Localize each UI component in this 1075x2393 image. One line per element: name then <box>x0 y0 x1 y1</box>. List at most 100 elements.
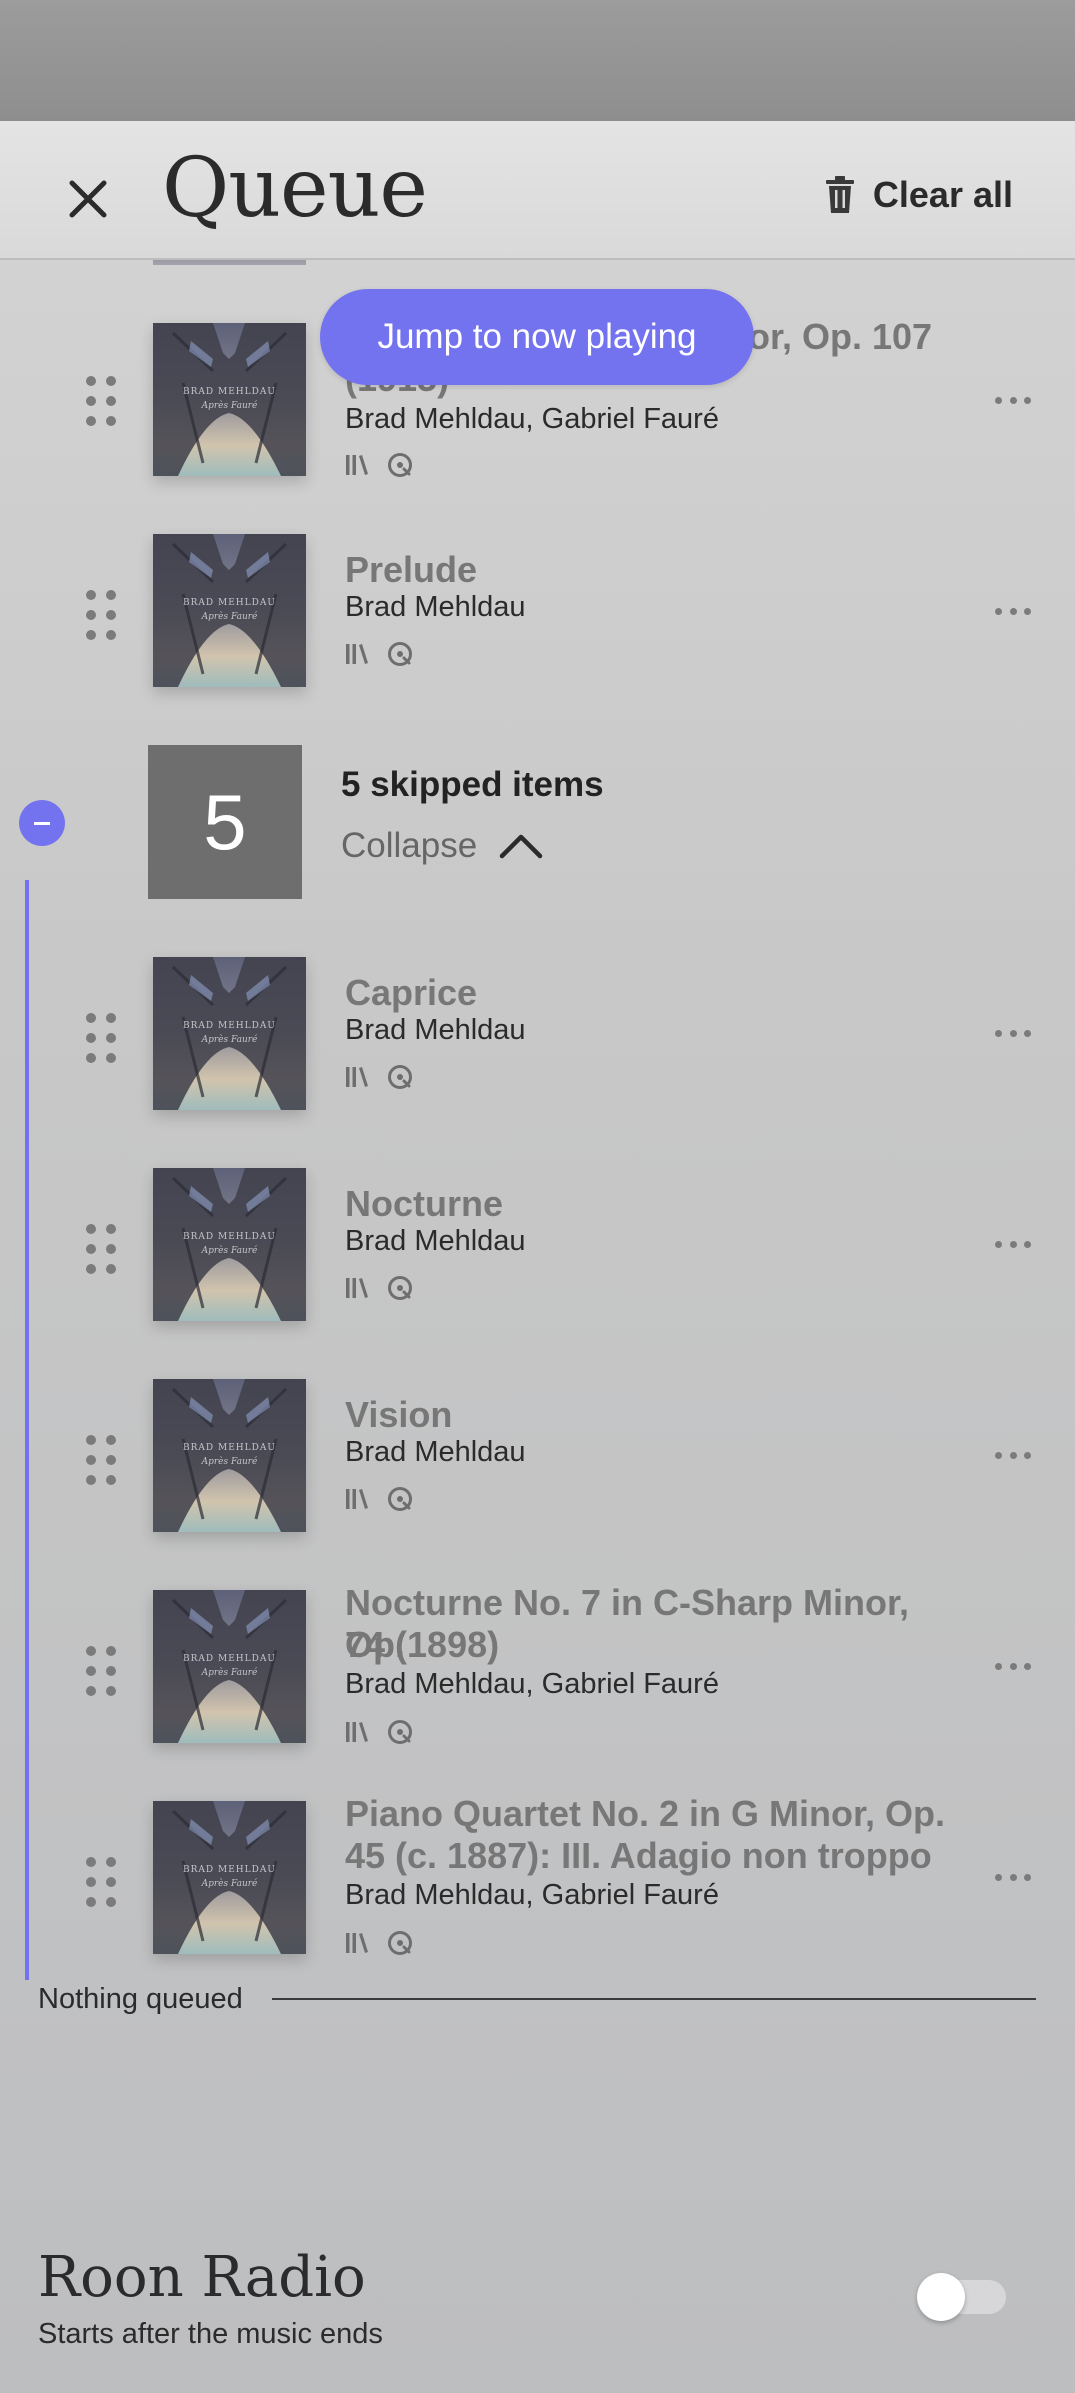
disc-icon <box>388 1065 412 1089</box>
album-cover: BRAD MEHLDAU Après Fauré <box>153 1590 306 1743</box>
cover-album-text: Après Fauré <box>201 1668 258 1678</box>
page-title: Queue <box>162 141 428 236</box>
album-cover: BRAD MEHLDAU Après Fauré <box>153 1168 306 1321</box>
cover-artist-text: BRAD MEHLDAU <box>183 1443 276 1453</box>
disc-icon <box>388 1276 412 1300</box>
track-source-icons <box>345 1064 413 1090</box>
status-bar-area <box>0 0 1075 121</box>
track-source-icons <box>345 1719 413 1745</box>
cover-artist-text: BRAD MEHLDAU <box>183 1654 276 1664</box>
album-art-image <box>153 534 306 687</box>
more-options-button[interactable] <box>995 1234 1031 1254</box>
skipped-track[interactable]: BRAD MEHLDAU Après Fauré Piano Quartet No… <box>0 1778 1075 1978</box>
drag-handle-icon[interactable] <box>86 376 120 426</box>
track-title: Piano Quartet No. 2 in G Minor, Op. <box>345 1793 946 1834</box>
album-cover: BRAD MEHLDAU Après Fauré <box>153 323 306 476</box>
track-artist: Brad Mehldau <box>345 1436 526 1468</box>
roon-radio-title: Roon Radio <box>38 2245 366 2310</box>
album-art-image <box>153 1168 306 1321</box>
album-art-image <box>153 323 306 476</box>
library-icon <box>346 455 368 475</box>
track-artist: Brad Mehldau <box>345 1014 526 1046</box>
track-title: Caprice <box>345 972 478 1013</box>
cover-album-text: Après Fauré <box>201 1457 258 1467</box>
close-button[interactable] <box>60 171 116 227</box>
track-title: Nocturne <box>345 1183 504 1224</box>
skipped-items-label: 5 skipped items <box>341 765 604 804</box>
track-title: Vision <box>345 1394 453 1435</box>
cover-album-text: Après Fauré <box>201 1246 258 1256</box>
more-options-button[interactable] <box>995 390 1031 410</box>
track-artist: Brad Mehldau, Gabriel Fauré <box>345 1668 719 1700</box>
disc-icon <box>388 642 412 666</box>
roon-radio-subtitle: Starts after the music ends <box>38 2318 383 2350</box>
library-icon <box>346 1278 368 1298</box>
track-title-line2: 45 (c. 1887): III. Adagio non troppo <box>345 1835 932 1876</box>
drag-handle-icon[interactable] <box>86 1857 120 1907</box>
skipped-track[interactable]: BRAD MEHLDAU Après Fauré Nocturne No. 7 i… <box>0 1567 1075 1767</box>
track-artist: Brad Mehldau <box>345 591 526 623</box>
queue-header: Queue Clear all <box>0 121 1075 260</box>
track-title: Prelude <box>345 549 478 590</box>
skipped-track[interactable]: BRAD MEHLDAU Après Fauré Caprice Brad Meh… <box>0 934 1075 1134</box>
skipped-count-box: 5 <box>148 745 302 899</box>
track-source-icons <box>345 1486 413 1512</box>
more-options-button[interactable] <box>995 1445 1031 1465</box>
library-icon <box>346 1067 368 1087</box>
drag-handle-icon[interactable] <box>86 1224 120 1274</box>
track-source-icons <box>345 641 413 667</box>
clear-all-button[interactable]: Clear all <box>825 167 1013 223</box>
track-source-icons <box>345 1930 413 1956</box>
cover-artist-text: BRAD MEHLDAU <box>183 1232 276 1242</box>
collapse-button[interactable]: Collapse <box>341 822 543 870</box>
track-artist: Brad Mehldau, Gabriel Fauré <box>345 1879 719 1911</box>
cover-album-text: Après Fauré <box>201 1879 258 1889</box>
album-art-image <box>153 957 306 1110</box>
library-icon <box>346 1933 368 1953</box>
queue-track[interactable]: BRAD MEHLDAU Après Fauré Prelude Brad Meh… <box>0 511 1075 711</box>
skipped-track[interactable]: BRAD MEHLDAU Après Fauré Nocturne Brad Me… <box>0 1145 1075 1345</box>
chevron-up-icon <box>499 834 543 859</box>
album-cover: BRAD MEHLDAU Après Fauré <box>153 534 306 687</box>
nothing-queued-label: Nothing queued <box>38 1983 243 2015</box>
more-options-button[interactable] <box>995 601 1031 621</box>
cover-artist-text: BRAD MEHLDAU <box>183 1021 276 1031</box>
track-title: or, Op. 107 <box>748 316 933 357</box>
toggle-knob <box>917 2273 965 2321</box>
album-art-image <box>153 1379 306 1532</box>
drag-handle-icon[interactable] <box>86 1013 120 1063</box>
track-source-icons <box>345 1275 413 1301</box>
more-options-button[interactable] <box>995 1656 1031 1676</box>
cover-album-text: Après Fauré <box>201 1035 258 1045</box>
more-options-button[interactable] <box>995 1867 1031 1887</box>
track-title-line2: 74 (1898) <box>345 1624 500 1665</box>
album-cover: BRAD MEHLDAU Après Fauré <box>153 957 306 1110</box>
clear-all-label: Clear all <box>872 174 1013 215</box>
album-cover: BRAD MEHLDAU Après Fauré <box>153 1801 306 1954</box>
cover-album-text: Après Fauré <box>201 401 258 411</box>
library-icon <box>346 644 368 664</box>
roon-radio-toggle[interactable] <box>917 2273 1006 2321</box>
disc-icon <box>388 1720 412 1744</box>
disc-icon <box>388 1487 412 1511</box>
cover-artist-text: BRAD MEHLDAU <box>183 598 276 608</box>
drag-handle-icon[interactable] <box>86 1435 120 1485</box>
more-options-button[interactable] <box>995 1023 1031 1043</box>
trash-icon <box>825 176 854 213</box>
drag-handle-icon[interactable] <box>86 590 120 640</box>
divider <box>272 1998 1036 2000</box>
album-art-image <box>153 1801 306 1954</box>
cover-artist-text: BRAD MEHLDAU <box>183 387 276 397</box>
collapse-group-badge[interactable] <box>19 800 65 846</box>
library-icon <box>346 1722 368 1742</box>
track-artist: Brad Mehldau, Gabriel Fauré <box>345 403 719 435</box>
track-artist: Brad Mehldau <box>345 1225 526 1257</box>
album-art-image <box>153 1590 306 1743</box>
skipped-track[interactable]: BRAD MEHLDAU Après Fauré Vision Brad Mehl… <box>0 1356 1075 1556</box>
disc-icon <box>388 453 412 477</box>
disc-icon <box>388 1931 412 1955</box>
jump-to-now-playing-button[interactable]: Jump to now playing <box>320 289 754 385</box>
drag-handle-icon[interactable] <box>86 1646 120 1696</box>
collapse-label: Collapse <box>341 826 478 865</box>
cover-album-text: Après Fauré <box>201 612 258 622</box>
